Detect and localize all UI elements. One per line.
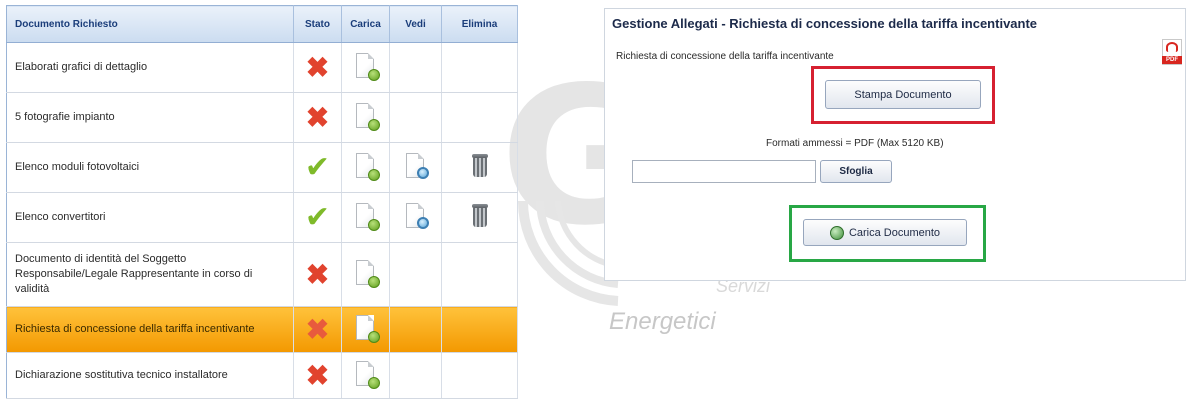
- document-name: Elaborati grafici di dettaglio: [6, 42, 294, 93]
- document-name: Richiesta di concessione della tariffa i…: [6, 306, 294, 353]
- watermark-text-energetici: Energetici: [609, 308, 716, 335]
- column-header-carica[interactable]: Carica: [341, 5, 390, 43]
- view-cell: [389, 92, 442, 143]
- upload-file-icon[interactable]: [355, 103, 380, 131]
- view-cell: [389, 242, 442, 307]
- column-header-vedi[interactable]: Vedi: [389, 5, 442, 43]
- view-cell: [389, 192, 442, 243]
- x-mark-icon: ✖: [305, 313, 330, 345]
- status-cell: ✔: [293, 142, 342, 193]
- upload-cell: [341, 192, 390, 243]
- table-row[interactable]: Elenco convertitori ✔: [6, 192, 518, 243]
- column-header-elimina[interactable]: Elimina: [441, 5, 518, 43]
- check-mark-icon: ✔: [304, 150, 331, 184]
- document-name: 5 fotografie impianto: [6, 92, 294, 143]
- upload-cell: [341, 306, 390, 353]
- upload-cell: [341, 42, 390, 93]
- table-row[interactable]: Richiesta di concessione della tariffa i…: [6, 306, 518, 353]
- document-name: Dichiarazione sostitutiva tecnico instal…: [6, 352, 294, 399]
- stampa-documento-button[interactable]: Stampa Documento: [825, 80, 981, 109]
- panel-title: Gestione Allegati - Richiesta di concess…: [612, 16, 1038, 31]
- upload-file-icon[interactable]: [355, 361, 380, 389]
- upload-file-icon[interactable]: [355, 260, 380, 288]
- table-row[interactable]: Elenco moduli fotovoltaici ✔: [6, 142, 518, 193]
- upload-file-icon[interactable]: [355, 153, 380, 181]
- file-path-input[interactable]: [632, 160, 816, 183]
- view-cell: [389, 352, 442, 399]
- status-cell: ✔: [293, 192, 342, 243]
- trash-icon[interactable]: [471, 204, 488, 228]
- delete-cell: [441, 142, 518, 193]
- delete-cell: [441, 352, 518, 399]
- table-row[interactable]: 5 fotografie impianto ✖: [6, 92, 518, 143]
- panel-subtitle: Richiesta di concessione della tariffa i…: [616, 51, 834, 62]
- table-row[interactable]: Elaborati grafici di dettaglio ✖: [6, 42, 518, 93]
- upload-cell: [341, 352, 390, 399]
- view-cell: [389, 306, 442, 353]
- status-cell: ✖: [293, 42, 342, 93]
- document-name: Documento di identità del Soggetto Respo…: [6, 242, 294, 307]
- view-cell: [389, 142, 442, 193]
- sfoglia-button[interactable]: Sfoglia: [820, 160, 892, 183]
- delete-cell: [441, 42, 518, 93]
- upload-cell: [341, 142, 390, 193]
- upload-cell: [341, 242, 390, 307]
- formati-ammessi-text: Formati ammessi = PDF (Max 5120 KB): [766, 138, 944, 149]
- document-name: Elenco convertitori: [6, 192, 294, 243]
- column-header-stato[interactable]: Stato: [293, 5, 342, 43]
- upload-file-icon[interactable]: [355, 315, 380, 343]
- upload-file-icon[interactable]: [355, 53, 380, 81]
- documents-table: Documento Richiesto Stato Carica Vedi El…: [6, 5, 518, 399]
- x-mark-icon: ✖: [305, 51, 330, 83]
- status-cell: ✖: [293, 242, 342, 307]
- delete-cell: [441, 92, 518, 143]
- status-cell: ✖: [293, 306, 342, 353]
- carica-documento-label: Carica Documento: [848, 226, 941, 239]
- x-mark-icon: ✖: [305, 101, 330, 133]
- delete-cell: [441, 306, 518, 353]
- view-cell: [389, 42, 442, 93]
- status-cell: ✖: [293, 92, 342, 143]
- document-name: Elenco moduli fotovoltaici: [6, 142, 294, 193]
- status-cell: ✖: [293, 352, 342, 399]
- globe-upload-icon: [829, 225, 844, 240]
- upload-cell: [341, 92, 390, 143]
- carica-documento-button[interactable]: Carica Documento: [803, 219, 967, 246]
- pdf-icon[interactable]: PDF: [1162, 39, 1182, 65]
- table-header-row: Documento Richiesto Stato Carica Vedi El…: [6, 5, 518, 43]
- x-mark-icon: ✖: [305, 359, 330, 391]
- delete-cell: [441, 192, 518, 243]
- trash-icon[interactable]: [471, 154, 488, 178]
- upload-file-icon[interactable]: [355, 203, 380, 231]
- table-row[interactable]: Dichiarazione sostitutiva tecnico instal…: [6, 352, 518, 399]
- column-header-documento[interactable]: Documento Richiesto: [6, 5, 294, 43]
- check-mark-icon: ✔: [304, 200, 331, 234]
- pdf-icon-label: PDF: [1162, 56, 1182, 64]
- view-file-icon[interactable]: [405, 203, 429, 229]
- table-row[interactable]: Documento di identità del Soggetto Respo…: [6, 242, 518, 307]
- view-file-icon[interactable]: [405, 153, 429, 179]
- delete-cell: [441, 242, 518, 307]
- x-mark-icon: ✖: [305, 258, 330, 290]
